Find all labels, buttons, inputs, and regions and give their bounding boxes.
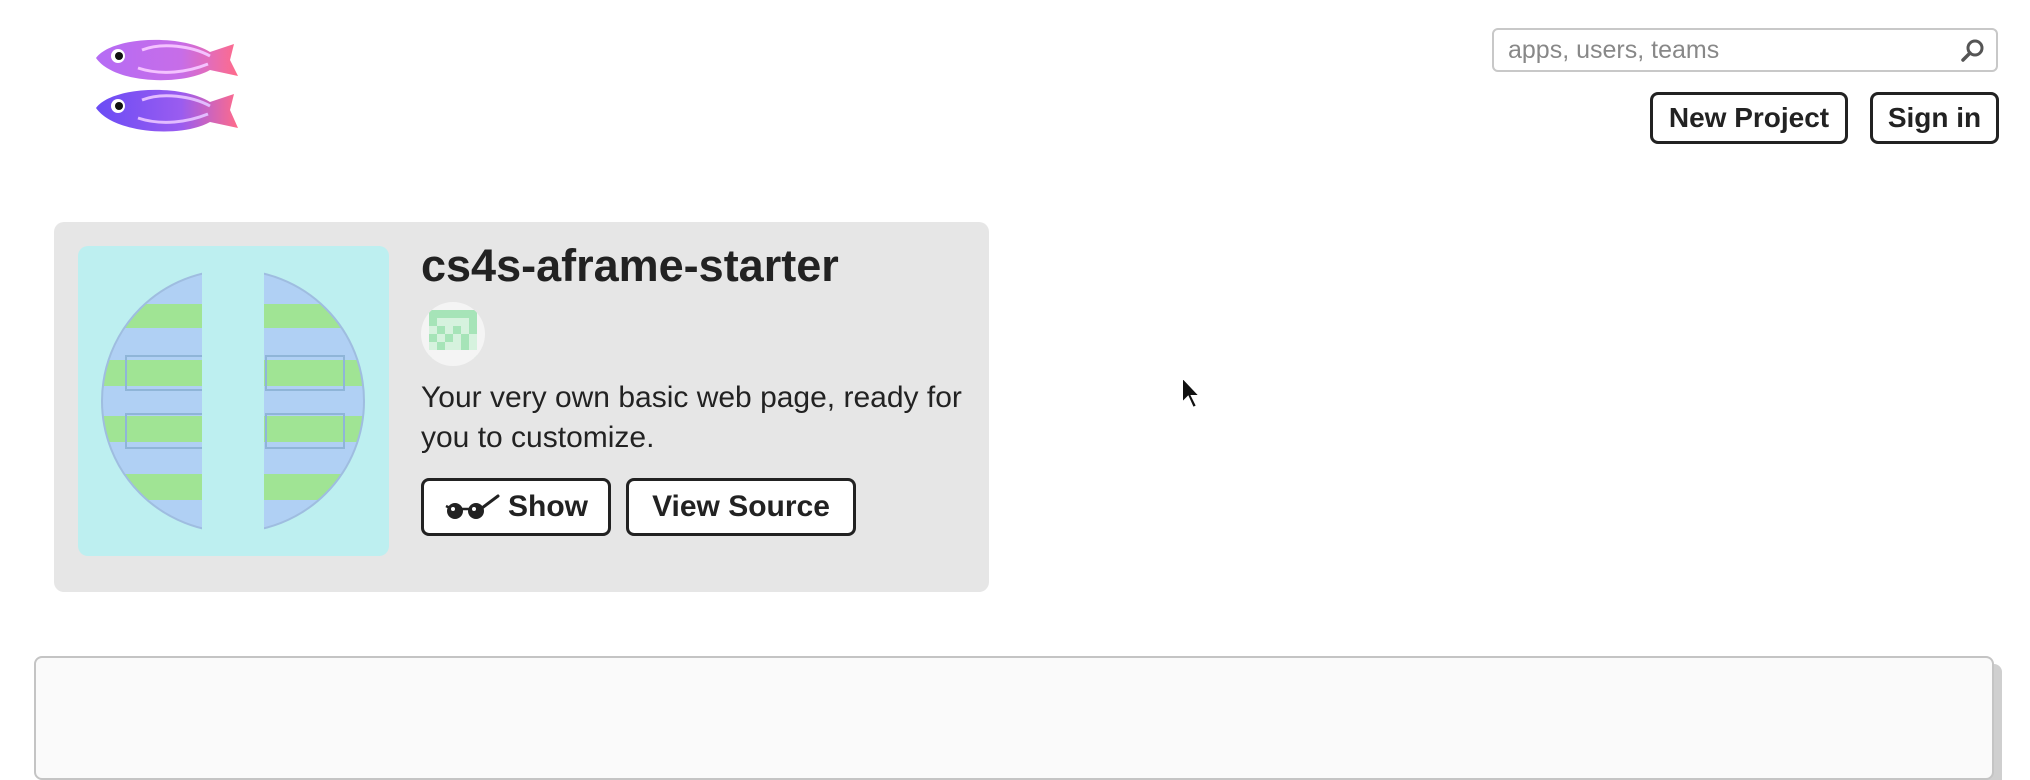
pixel-avatar[interactable] xyxy=(421,302,485,366)
sign-in-button[interactable]: Sign in xyxy=(1870,92,1999,144)
fish-logo-icon xyxy=(96,39,238,132)
search-box xyxy=(1492,28,1998,72)
glasses-icon xyxy=(445,494,500,519)
project-thumbnail[interactable] xyxy=(78,246,389,556)
view-source-label: View Source xyxy=(652,490,830,523)
mouse-cursor-icon xyxy=(1181,375,1203,410)
view-source-button[interactable]: View Source xyxy=(626,478,856,536)
project-title[interactable]: cs4s-aframe-starter xyxy=(421,240,839,292)
content-panel xyxy=(34,656,1994,780)
new-project-label: New Project xyxy=(1668,102,1830,133)
show-label: Show xyxy=(508,490,588,523)
sign-in-label: Sign in xyxy=(1887,102,1982,133)
project-description: Your very own basic web page, ready for … xyxy=(421,381,962,454)
glitch-logo[interactable] xyxy=(92,28,242,148)
new-project-button[interactable]: New Project xyxy=(1650,92,1848,144)
search-input[interactable] xyxy=(1494,30,1962,70)
search-icon[interactable] xyxy=(1960,38,1986,64)
project-thumbnail-image xyxy=(101,246,365,556)
project-card: cs4s-aframe-starter Your very own basic … xyxy=(54,222,989,592)
avatar-icon xyxy=(429,310,477,358)
show-button[interactable]: Show xyxy=(421,478,611,536)
